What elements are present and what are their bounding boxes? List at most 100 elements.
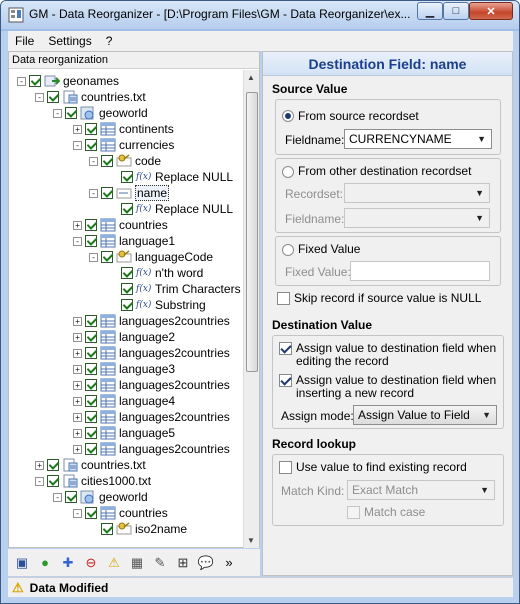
tree-node[interactable]: iso2name bbox=[89, 521, 187, 537]
tree-node-checkbox[interactable] bbox=[85, 379, 97, 391]
tree-node-checkbox[interactable] bbox=[29, 75, 41, 87]
collapse-node-icon[interactable]: - bbox=[73, 236, 82, 246]
tree-node-checkbox[interactable] bbox=[121, 283, 133, 295]
run-button[interactable]: ● bbox=[35, 553, 55, 573]
expand-node-icon[interactable]: + bbox=[73, 316, 82, 326]
menu-help[interactable]: ? bbox=[99, 34, 120, 48]
recordset-select[interactable]: ▼ bbox=[344, 183, 490, 203]
tree-node[interactable]: - countries bbox=[73, 505, 168, 521]
tree-node-checkbox[interactable] bbox=[85, 123, 97, 135]
tree-node[interactable]: + countries.txt bbox=[35, 457, 146, 473]
tree-node[interactable]: + languages2countries bbox=[73, 313, 230, 329]
tree-node-checkbox[interactable] bbox=[85, 507, 97, 519]
menu-file[interactable]: File bbox=[8, 34, 41, 48]
tree-node[interactable]: + languages2countries bbox=[73, 377, 230, 393]
collapse-node-icon[interactable]: - bbox=[73, 140, 82, 150]
collapse-node-icon[interactable]: - bbox=[73, 508, 82, 518]
tree-node-checkbox[interactable] bbox=[47, 475, 59, 487]
tree-node[interactable]: + language3 bbox=[73, 361, 175, 377]
tree-node[interactable]: + languages2countries bbox=[73, 441, 230, 457]
match-kind-select[interactable]: Exact Match ▼ bbox=[347, 480, 495, 500]
assign-mode-select[interactable]: Assign Value to Field ▼ bbox=[353, 405, 497, 425]
collapse-node-icon[interactable]: - bbox=[89, 156, 98, 166]
tree-node-checkbox[interactable] bbox=[121, 171, 133, 183]
scroll-down-icon[interactable]: ▼ bbox=[247, 536, 255, 545]
expand-node-icon[interactable]: + bbox=[73, 380, 82, 390]
tree-node-checkbox[interactable] bbox=[47, 91, 59, 103]
collapse-node-icon[interactable]: - bbox=[17, 76, 26, 86]
tree-node[interactable]: f(x) Replace NULL bbox=[109, 169, 233, 185]
tree-node-checkbox[interactable] bbox=[85, 235, 97, 247]
tree-node-checkbox[interactable] bbox=[85, 331, 97, 343]
expand-node-icon[interactable]: + bbox=[73, 396, 82, 406]
tree-node[interactable]: f(x) Trim Characters bbox=[109, 281, 241, 297]
tree-node-checkbox[interactable] bbox=[65, 491, 77, 503]
edit-button[interactable]: ✎ bbox=[150, 553, 170, 573]
tree-node-checkbox[interactable] bbox=[47, 459, 59, 471]
use-value-checkbox[interactable] bbox=[279, 461, 292, 474]
tree-node[interactable]: + continents bbox=[73, 121, 174, 137]
tree-node-checkbox[interactable] bbox=[85, 443, 97, 455]
assign-edit-checkbox[interactable] bbox=[279, 342, 292, 355]
tree-node-checkbox[interactable] bbox=[85, 219, 97, 231]
scroll-up-icon[interactable]: ▲ bbox=[247, 73, 255, 82]
fieldname2-select[interactable]: ▼ bbox=[344, 208, 490, 228]
tree-node[interactable]: - languageCode bbox=[89, 249, 213, 265]
expand-node-icon[interactable]: + bbox=[73, 348, 82, 358]
collapse-node-icon[interactable]: - bbox=[35, 476, 44, 486]
expand-node-icon[interactable]: + bbox=[73, 412, 82, 422]
tree-node-checkbox[interactable] bbox=[101, 523, 113, 535]
tree-node-checkbox[interactable] bbox=[121, 299, 133, 311]
tree-node[interactable]: f(x) Replace NULL bbox=[109, 201, 233, 217]
collapse-node-icon[interactable]: - bbox=[53, 492, 62, 502]
scroll-thumb[interactable] bbox=[246, 92, 258, 372]
tree-node[interactable]: - language1 bbox=[73, 233, 175, 249]
collapse-node-icon[interactable]: - bbox=[35, 92, 44, 102]
minimize-button[interactable]: ▁ bbox=[417, 2, 443, 20]
expand-node-icon[interactable]: + bbox=[35, 460, 44, 470]
expand-node-icon[interactable]: + bbox=[73, 124, 82, 134]
skip-null-checkbox[interactable] bbox=[277, 292, 290, 305]
tree-node[interactable]: - countries.txt bbox=[35, 89, 146, 105]
title-bar[interactable]: GM - Data Reorganizer - [D:\Program File… bbox=[1, 1, 519, 29]
add-button[interactable]: ✚ bbox=[58, 553, 78, 573]
tree-node-checkbox[interactable] bbox=[85, 347, 97, 359]
tree-node[interactable]: - geonames bbox=[17, 73, 119, 89]
tree-node-checkbox[interactable] bbox=[85, 395, 97, 407]
assign-insert-checkbox[interactable] bbox=[279, 374, 292, 387]
tree-node-checkbox[interactable] bbox=[101, 187, 113, 199]
tree-node-checkbox[interactable] bbox=[101, 155, 113, 167]
tree-node-checkbox[interactable] bbox=[121, 203, 133, 215]
tree-node[interactable]: + languages2countries bbox=[73, 409, 230, 425]
tree-node[interactable]: f(x) Substring bbox=[109, 297, 206, 313]
tree-node-checkbox[interactable] bbox=[85, 411, 97, 423]
tree-node[interactable]: + language5 bbox=[73, 425, 175, 441]
tree-node-checkbox[interactable] bbox=[85, 139, 97, 151]
tree-node-checkbox[interactable] bbox=[85, 363, 97, 375]
more-button[interactable]: » bbox=[219, 553, 239, 573]
expand-button[interactable]: ⊞ bbox=[173, 553, 193, 573]
expand-node-icon[interactable]: + bbox=[73, 220, 82, 230]
collapse-node-icon[interactable]: - bbox=[89, 252, 98, 262]
delete-button[interactable]: ⊖ bbox=[81, 553, 101, 573]
tree-node[interactable]: + countries bbox=[73, 217, 168, 233]
tree-node-checkbox[interactable] bbox=[121, 267, 133, 279]
grid-button[interactable]: ▦ bbox=[127, 553, 147, 573]
tree-node[interactable]: + language4 bbox=[73, 393, 175, 409]
from-source-radio[interactable] bbox=[282, 110, 294, 122]
maximize-button[interactable]: □ bbox=[443, 2, 469, 20]
tree-node-checkbox[interactable] bbox=[65, 107, 77, 119]
tree-node[interactable]: - code bbox=[89, 153, 161, 169]
collapse-node-icon[interactable]: - bbox=[89, 188, 98, 198]
comment-button[interactable]: 💬 bbox=[196, 553, 216, 573]
warning-button[interactable]: ⚠ bbox=[104, 553, 124, 573]
expand-node-icon[interactable]: + bbox=[73, 428, 82, 438]
tree-node[interactable]: - geoworld bbox=[53, 105, 148, 121]
collapse-node-icon[interactable]: - bbox=[53, 108, 62, 118]
tree-node[interactable]: f(x) n'th word bbox=[109, 265, 203, 281]
tree-node[interactable]: - cities1000.txt bbox=[35, 473, 151, 489]
expand-node-icon[interactable]: + bbox=[73, 364, 82, 374]
save-button[interactable]: ▣ bbox=[12, 553, 32, 573]
tree-node-checkbox[interactable] bbox=[85, 315, 97, 327]
expand-node-icon[interactable]: + bbox=[73, 444, 82, 454]
